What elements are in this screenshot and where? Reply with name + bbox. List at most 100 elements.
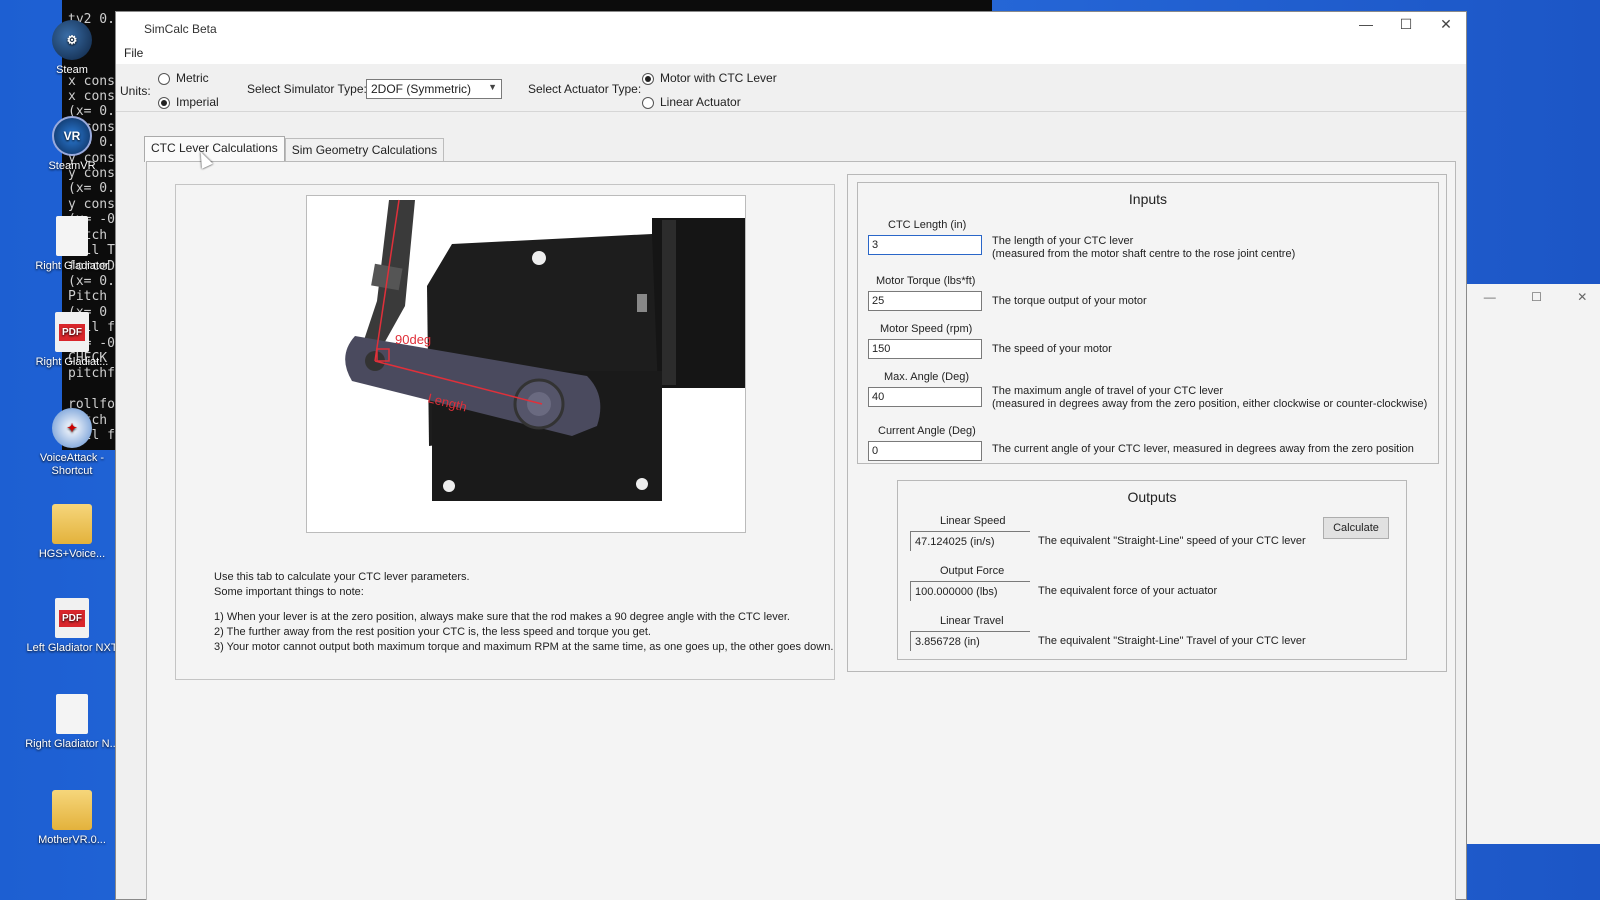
linear-speed-output: 47.124025 (in/s) <box>910 531 1030 551</box>
current-angle-input[interactable]: 0 <box>868 441 982 461</box>
actuator-linear-radio[interactable]: Linear Actuator <box>642 95 741 109</box>
angle-annotation: 90deg <box>395 332 431 347</box>
desktop-icon-mothervr[interactable]: MotherVR.0... <box>22 790 122 847</box>
notes-subtitle: Some important things to note: <box>214 586 364 598</box>
calculate-button[interactable]: Calculate <box>1323 517 1389 539</box>
folder-icon <box>52 790 92 830</box>
notes-item-3: 3) Your motor cannot output both maximum… <box>214 641 834 653</box>
units-label: Units: <box>120 84 151 98</box>
motor-speed-input[interactable]: 150 <box>868 339 982 359</box>
ctc-length-desc: The length of your CTC lever <box>992 235 1134 247</box>
motor-torque-desc: The torque output of your motor <box>992 295 1147 307</box>
motor-lever-illustration: 90deg Length <box>307 196 745 532</box>
steamvr-icon: VR <box>52 116 92 156</box>
output-force-label: Output Force <box>940 565 1005 577</box>
ctc-length-label: CTC Length (in) <box>888 219 967 231</box>
minimize-icon[interactable]: — <box>1484 290 1496 304</box>
units-metric-label: Metric <box>176 71 209 85</box>
output-force-desc: The equivalent force of your actuator <box>1038 585 1218 597</box>
pdf-icon: PDF <box>55 598 89 638</box>
window-title: SimCalc Beta <box>144 22 217 36</box>
desktop-icon-label: Right Gladiator <box>35 260 109 272</box>
actuator-linear-label: Linear Actuator <box>660 95 741 109</box>
desktop-icon-right-gladiator[interactable]: Right Gladiator <box>22 216 122 273</box>
document-icon <box>56 694 88 734</box>
desktop-icon-voiceattack[interactable]: ✦ VoiceAttack - Shortcut <box>22 408 122 478</box>
pdf-icon: PDF <box>55 312 89 352</box>
desktop-icon-steamvr[interactable]: VR SteamVR <box>22 116 122 173</box>
ctc-length-desc-2: (measured from the motor shaft centre to… <box>992 248 1296 260</box>
desktop-icon-label: SteamVR <box>48 160 96 172</box>
desktop-icon-label: Steam <box>56 64 88 76</box>
desktop-icon-label: VoiceAttack - Shortcut <box>39 452 105 477</box>
close-icon[interactable]: ✕ <box>1577 290 1587 304</box>
ctc-lever-tab-page: 90deg Length Use this tab to calculate y… <box>146 161 1456 900</box>
tab-ctc-lever[interactable]: CTC Lever Calculations <box>144 136 285 162</box>
linear-travel-label: Linear Travel <box>940 615 1004 627</box>
max-angle-label: Max. Angle (Deg) <box>884 371 969 383</box>
desktop-icon-right-gladiator-nxt[interactable]: Right Gladiator N... <box>22 694 122 751</box>
sim-type-value: 2DOF (Symmetric) <box>371 82 471 96</box>
notes-item-1: 1) When your lever is at the zero positi… <box>214 611 790 623</box>
chevron-down-icon: ▼ <box>488 82 497 92</box>
settings-toolbar: Units: Metric Imperial Select Simulator … <box>116 64 1466 112</box>
inputs-title: Inputs <box>1128 191 1168 207</box>
radio-selected-icon <box>158 96 170 109</box>
linear-speed-label: Linear Speed <box>940 515 1006 527</box>
desktop-icon-steam[interactable]: ⚙ Steam <box>22 20 122 77</box>
menu-bar: File <box>116 46 1466 64</box>
desktop-icon-label: Right Gladiat... <box>35 356 109 368</box>
ctc-length-input[interactable]: 3 <box>868 235 982 255</box>
maximize-icon[interactable]: ☐ <box>1531 290 1542 304</box>
desktop-icon-right-gladiator-pdf[interactable]: PDF Right Gladiat... <box>22 312 122 369</box>
output-force-output: 100.000000 (lbs) <box>910 581 1030 601</box>
units-imperial-radio[interactable]: Imperial <box>158 95 219 109</box>
desktop-icon-left-gladiator[interactable]: PDF Left Gladiator NXT <box>22 598 122 655</box>
diagram-panel: 90deg Length Use this tab to calculate y… <box>175 184 835 680</box>
max-angle-desc: The maximum angle of travel of your CTC … <box>992 385 1224 397</box>
desktop-icon-label: Left Gladiator NXT <box>26 642 118 654</box>
desktop-icon-label: MotherVR.0... <box>38 834 106 846</box>
actuator-type-label: Select Actuator Type: <box>528 82 642 96</box>
linear-speed-desc: The equivalent "Straight-Line" speed of … <box>1038 535 1306 547</box>
maximize-button[interactable]: ☐ <box>1386 16 1426 33</box>
desktop-icon-label: HGS+Voice... <box>38 548 106 560</box>
motor-speed-label: Motor Speed (rpm) <box>880 323 973 335</box>
steam-icon: ⚙ <box>52 20 92 60</box>
tab-strip: CTC Lever Calculations Sim Geometry Calc… <box>144 136 445 162</box>
title-bar: SimCalc Beta — ☐ ✕ <box>116 12 1466 46</box>
actuator-motor-label: Motor with CTC Lever <box>660 71 777 85</box>
sim-type-label: Select Simulator Type: <box>247 82 367 96</box>
current-angle-label: Current Angle (Deg) <box>878 425 976 437</box>
radio-selected-icon <box>642 72 654 85</box>
outputs-title: Outputs <box>1127 489 1177 505</box>
sim-type-select[interactable]: 2DOF (Symmetric) ▼ <box>366 79 502 99</box>
linear-travel-output: 3.856728 (in) <box>910 631 1030 651</box>
radio-icon <box>158 72 170 85</box>
max-angle-input[interactable]: 40 <box>868 387 982 407</box>
motor-torque-label: Motor Torque (lbs*ft) <box>876 275 976 287</box>
notes-item-2: 2) The further away from the rest positi… <box>214 626 651 638</box>
notes-intro: Use this tab to calculate your CTC lever… <box>214 571 470 583</box>
background-window: — ☐ ✕ <box>1465 284 1600 844</box>
motor-speed-desc: The speed of your motor <box>992 343 1112 355</box>
minimize-button[interactable]: — <box>1346 16 1386 32</box>
units-imperial-label: Imperial <box>176 95 219 109</box>
folder-icon <box>52 504 92 544</box>
desktop-icon-label: Right Gladiator N... <box>25 738 119 750</box>
motor-torque-input[interactable]: 25 <box>868 291 982 311</box>
menu-file[interactable]: File <box>124 46 143 60</box>
desktop-icon-hgs-voice[interactable]: HGS+Voice... <box>22 504 122 561</box>
units-metric-radio[interactable]: Metric <box>158 71 209 85</box>
simcalc-window: SimCalc Beta — ☐ ✕ File Units: Metric Im… <box>115 11 1467 900</box>
tab-sim-geometry[interactable]: Sim Geometry Calculations <box>284 138 445 162</box>
radio-icon <box>642 96 654 109</box>
instructions-text: Use this tab to calculate your CTC lever… <box>214 570 833 655</box>
close-button[interactable]: ✕ <box>1426 16 1466 33</box>
inputs-group: Inputs CTC Length (in) 3 The length of y… <box>857 182 1439 464</box>
actuator-motor-radio[interactable]: Motor with CTC Lever <box>642 71 777 85</box>
document-icon <box>56 216 88 256</box>
voiceattack-icon: ✦ <box>52 408 92 448</box>
ctc-lever-diagram: 90deg Length <box>306 195 746 533</box>
max-angle-desc-2: (measured in degrees away from the zero … <box>992 398 1428 410</box>
